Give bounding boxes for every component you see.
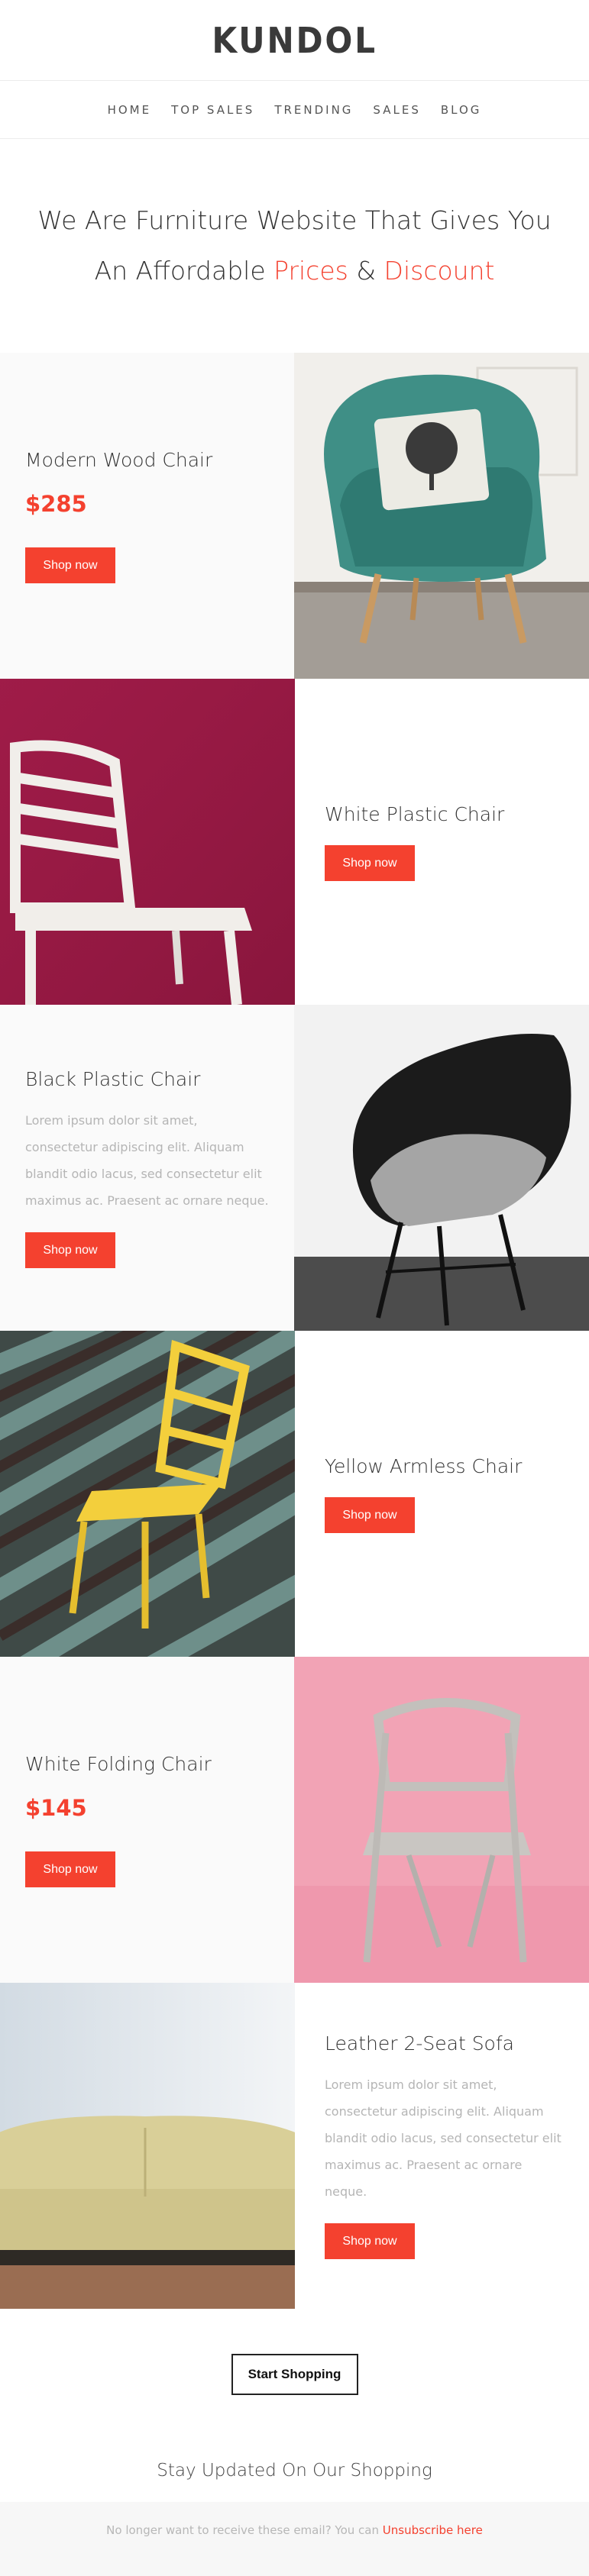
product-info-1: Modern Wood Chair $285 Shop now	[0, 353, 294, 679]
product-image-white-folding-chair[interactable]	[294, 1657, 589, 1983]
product-image-white-plastic-chair[interactable]	[0, 679, 295, 1005]
product-description: Lorem ipsum dolor sit amet, consectetur …	[25, 1112, 269, 1208]
hero-amp: &	[348, 256, 384, 286]
product-title: Yellow Armless Chair	[325, 1454, 523, 1477]
shop-now-button[interactable]: Shop now	[325, 2223, 415, 2259]
product-price: $285	[25, 490, 87, 517]
product-image-black-plastic-chair[interactable]	[294, 1005, 589, 1331]
nav-item-home[interactable]: HOME	[105, 103, 155, 117]
footer: No longer want to receive these email? Y…	[0, 2502, 589, 2576]
hero-line-2-prefix: An Affordable	[94, 256, 274, 286]
main-nav: HOME TOP SALES TRENDING SALES BLOG	[0, 81, 589, 139]
product-info-3: Black Plastic Chair Lorem ipsum dolor si…	[0, 1005, 294, 1331]
product-image-teal-armchair[interactable]	[294, 353, 589, 679]
hero-line-1: We Are Furniture Website That Gives You	[37, 205, 552, 235]
hero-accent-discount: Discount	[383, 256, 495, 286]
updates-section: Stay Updated On Our Shopping	[0, 2439, 589, 2502]
nav-item-blog[interactable]: BLOG	[438, 103, 485, 117]
nav-item-trending[interactable]: TRENDING	[271, 103, 356, 117]
shop-now-button[interactable]: Shop now	[325, 844, 415, 881]
shop-now-button[interactable]: Shop now	[25, 1851, 115, 1887]
hero: We Are Furniture Website That Gives You …	[0, 139, 589, 353]
updates-heading: Stay Updated On Our Shopping	[157, 2461, 432, 2481]
product-description: Lorem ipsum dolor sit amet, consectetur …	[325, 2077, 561, 2199]
product-row-6: Leather 2-Seat Sofa Lorem ipsum dolor si…	[0, 1983, 589, 2309]
product-info-6: Leather 2-Seat Sofa Lorem ipsum dolor si…	[295, 1983, 589, 2309]
shop-now-button[interactable]: Shop now	[325, 1496, 415, 1533]
start-shopping-button[interactable]: Start Shopping	[231, 2353, 358, 2395]
brand-logo[interactable]: KUNDOL	[212, 20, 377, 61]
product-info-5: White Folding Chair $145 Shop now	[0, 1657, 294, 1983]
shop-now-button[interactable]: Shop now	[25, 1232, 115, 1268]
unsubscribe-link[interactable]: Unsubscribe here	[383, 2523, 483, 2537]
nav-item-sales[interactable]: SALES	[370, 103, 423, 117]
product-price: $145	[25, 1794, 87, 1821]
product-row-3: Black Plastic Chair Lorem ipsum dolor si…	[0, 1005, 589, 1331]
shop-now-button[interactable]: Shop now	[25, 547, 115, 583]
product-row-1: Modern Wood Chair $285 Shop now	[0, 353, 589, 679]
product-info-4: Yellow Armless Chair Shop now	[295, 1331, 589, 1657]
product-row-4: Yellow Armless Chair Shop now	[0, 1331, 589, 1657]
product-info-2: White Plastic Chair Shop now	[295, 679, 589, 1005]
product-row-5: White Folding Chair $145 Shop now	[0, 1657, 589, 1983]
cta-section: Start Shopping	[0, 2309, 589, 2439]
product-image-yellow-armless-chair[interactable]	[0, 1331, 295, 1657]
product-title: Black Plastic Chair	[25, 1067, 201, 1090]
product-row-2: White Plastic Chair Shop now	[0, 679, 589, 1005]
footer-text: No longer want to receive these email? Y…	[106, 2523, 483, 2537]
email-page: KUNDOL HOME TOP SALES TRENDING SALES BLO…	[0, 0, 589, 2576]
product-image-leather-sofa[interactable]	[0, 1983, 295, 2309]
hero-accent-prices: Prices	[273, 256, 348, 286]
hero-line-2: An Affordable Prices & Discount	[95, 246, 495, 296]
header: KUNDOL	[0, 0, 589, 81]
product-title: White Folding Chair	[25, 1752, 212, 1775]
product-title: White Plastic Chair	[325, 802, 505, 825]
footer-message: No longer want to receive these email? Y…	[106, 2523, 383, 2537]
product-title: Modern Wood Chair	[25, 448, 213, 471]
product-title: Leather 2-Seat Sofa	[325, 2032, 514, 2055]
nav-item-top-sales[interactable]: TOP SALES	[168, 103, 257, 117]
